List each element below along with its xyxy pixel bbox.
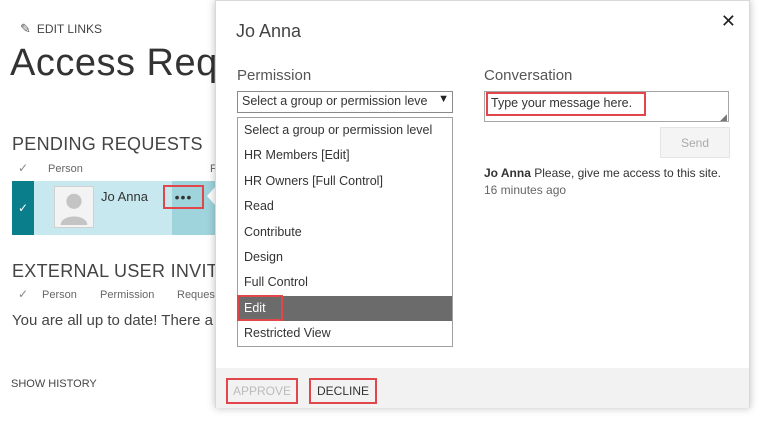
permission-option[interactable]: HR Owners [Full Control] — [238, 169, 452, 194]
pencil-icon: ✎ — [20, 21, 31, 36]
conversation-author: Jo Anna — [484, 166, 531, 180]
message-placeholder[interactable]: Type your message here. — [486, 92, 646, 116]
permission-option[interactable]: Full Control — [238, 270, 452, 295]
column-header-person[interactable]: Person — [48, 163, 83, 175]
dialog-footer: APPROVE DECLINE — [216, 368, 749, 408]
edit-links-link[interactable]: ✎ EDIT LINKS — [20, 21, 102, 37]
dialog-title: Jo Anna — [236, 21, 302, 41]
permission-label: Permission — [237, 67, 312, 84]
approve-button[interactable]: APPROVE — [226, 378, 298, 404]
external-column-request[interactable]: Request — [177, 289, 218, 301]
permission-option[interactable]: Read — [238, 194, 452, 219]
pending-requests-heading: PENDING REQUESTS — [12, 134, 203, 154]
external-select-all-check-icon[interactable]: ✓ — [18, 287, 28, 301]
permission-option[interactable]: Select a group or permission level — [238, 118, 452, 143]
external-invitations-heading: EXTERNAL USER INVITATI — [12, 261, 245, 281]
access-request-dialog: Jo Anna ✕ Permission Select a group or p… — [215, 0, 750, 408]
permission-select[interactable]: Select a group or permission leve ▼ — [237, 91, 453, 113]
requester-name: Jo Anna — [101, 189, 148, 204]
permission-option[interactable]: Contribute — [238, 220, 452, 245]
permission-option[interactable]: Design — [238, 245, 452, 270]
permission-select-value: Select a group or permission leve — [242, 94, 428, 108]
avatar — [54, 186, 94, 228]
conversation-timestamp: 16 minutes ago — [484, 183, 567, 197]
conversation-label: Conversation — [484, 67, 573, 84]
external-column-permission[interactable]: Permission — [100, 289, 154, 301]
more-options-button[interactable]: ••• — [163, 185, 204, 209]
decline-button[interactable]: DECLINE — [309, 378, 377, 404]
edit-option-highlight — [237, 295, 283, 321]
external-column-person[interactable]: Person — [42, 289, 77, 301]
conversation-text: Please, give me access to this site. — [534, 166, 721, 180]
edit-links-label: EDIT LINKS — [36, 22, 103, 36]
person-silhouette-icon — [60, 193, 88, 226]
permission-option[interactable]: HR Members [Edit] — [238, 143, 452, 168]
send-button[interactable]: Send — [660, 127, 730, 158]
conversation-entry: Jo Anna Please, give me access to this s… — [484, 166, 721, 180]
row-selected-check-icon[interactable]: ✓ — [12, 181, 34, 235]
show-history-link[interactable]: SHOW HISTORY — [11, 378, 97, 390]
select-all-check-icon[interactable]: ✓ — [18, 161, 28, 175]
chevron-down-icon: ▼ — [438, 93, 449, 105]
permission-option[interactable]: Restricted View — [238, 321, 452, 346]
close-icon[interactable]: ✕ — [721, 11, 736, 32]
resize-handle-icon[interactable]: ◢ — [720, 112, 727, 123]
up-to-date-message: You are all up to date! There a — [12, 312, 213, 329]
